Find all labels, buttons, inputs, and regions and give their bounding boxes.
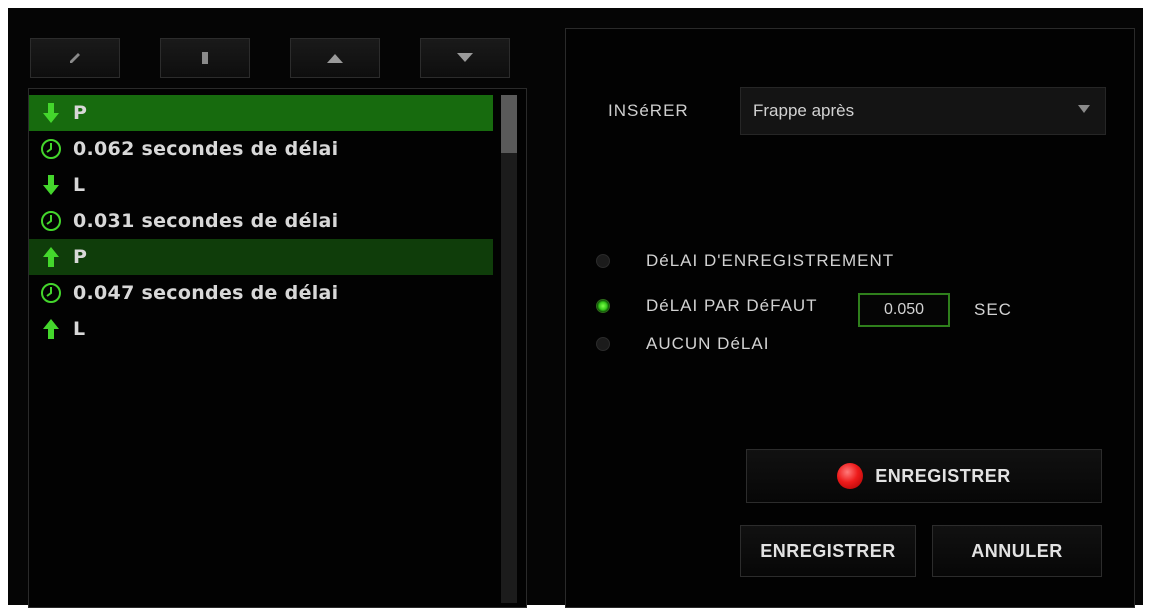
clock-icon: [29, 138, 73, 160]
record-delay-radio[interactable]: [596, 254, 610, 268]
list-item[interactable]: P: [29, 239, 493, 275]
macro-options-panel: INSéRER Frappe après DéLAI D'ENREGISTREM…: [565, 28, 1135, 608]
list-item[interactable]: 0.047 secondes de délai: [29, 275, 493, 311]
list-item-label: P: [73, 102, 88, 124]
clock-icon: [29, 282, 73, 304]
key-up-arrow-icon: [29, 246, 73, 268]
list-item-label: 0.031 secondes de délai: [73, 210, 339, 232]
record-delay-label: DéLAI D'ENREGISTREMENT: [646, 251, 895, 270]
delete-button[interactable]: [160, 38, 250, 78]
macro-editor-window: P 0.062 secondes de délai L 0.031 second…: [8, 8, 1143, 608]
insert-label: INSéRER: [608, 101, 689, 120]
macro-list-panel: P 0.062 secondes de délai L 0.031 second…: [28, 88, 527, 608]
triangle-down-icon: [457, 53, 473, 62]
list-item-label: L: [73, 318, 86, 340]
key-down-arrow-icon: [29, 174, 73, 196]
no-delay-label: AUCUN DéLAI: [646, 334, 770, 353]
record-delay-option[interactable]: DéLAI D'ENREGISTREMENT: [596, 251, 894, 271]
list-item[interactable]: L: [29, 311, 493, 347]
list-item[interactable]: 0.062 secondes de délai: [29, 131, 493, 167]
list-item[interactable]: P: [29, 95, 493, 131]
chevron-down-icon: [1078, 105, 1090, 113]
insert-dropdown-value: Frappe après: [753, 101, 855, 120]
move-up-button[interactable]: [290, 38, 380, 78]
no-delay-option[interactable]: AUCUN DéLAI: [596, 334, 769, 354]
list-item-label: P: [73, 246, 88, 268]
edit-button[interactable]: [30, 38, 120, 78]
delay-unit-label: SEC: [974, 300, 1012, 319]
move-down-button[interactable]: [420, 38, 510, 78]
macro-list: P 0.062 secondes de délai L 0.031 second…: [29, 95, 493, 347]
key-up-arrow-icon: [29, 318, 73, 340]
record-button[interactable]: ENREGISTRER: [746, 449, 1102, 503]
list-item-label: L: [73, 174, 86, 196]
record-icon: [837, 463, 864, 489]
list-item-label: 0.047 secondes de délai: [73, 282, 339, 304]
save-button[interactable]: ENREGISTRER: [740, 525, 916, 577]
cancel-button[interactable]: ANNULER: [932, 525, 1102, 577]
trash-icon: [202, 52, 208, 64]
clock-icon: [29, 210, 73, 232]
list-item[interactable]: 0.031 secondes de délai: [29, 203, 493, 239]
insert-dropdown[interactable]: Frappe après: [740, 87, 1106, 135]
default-delay-input[interactable]: [858, 293, 950, 327]
save-button-label: ENREGISTRER: [760, 540, 896, 561]
default-delay-label: DéLAI PAR DéFAUT: [646, 296, 818, 315]
list-item-label: 0.062 secondes de délai: [73, 138, 339, 160]
key-down-arrow-icon: [29, 102, 73, 124]
default-delay-radio[interactable]: [596, 299, 610, 313]
default-delay-option[interactable]: DéLAI PAR DéFAUT: [596, 296, 818, 316]
pencil-icon: [70, 53, 80, 63]
list-item[interactable]: L: [29, 167, 493, 203]
scrollbar-thumb[interactable]: [501, 95, 517, 153]
no-delay-radio[interactable]: [596, 337, 610, 351]
list-scrollbar[interactable]: [501, 95, 517, 603]
triangle-up-icon: [327, 54, 343, 63]
cancel-button-label: ANNULER: [971, 540, 1063, 561]
record-button-label: ENREGISTRER: [875, 465, 1011, 486]
